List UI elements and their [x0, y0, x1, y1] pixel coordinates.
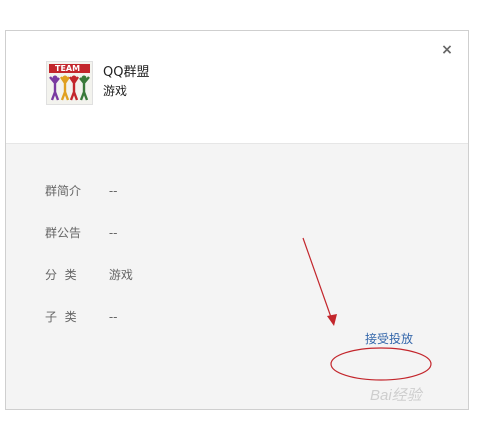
detail-row-notice: 群公告 -- [45, 224, 118, 241]
detail-label: 群公告 [45, 226, 82, 240]
watermark: Bai经验 [370, 387, 422, 404]
accept-placement-link[interactable]: 接受投放 [365, 330, 413, 347]
detail-row-subcategory: 子 类 -- [45, 308, 118, 325]
group-info-dialog: TEAM QQ群盟 游戏 × 群简介 -- 群公告 -- 分 类 游戏 子 类 … [5, 30, 469, 410]
dialog-header: TEAM QQ群盟 游戏 × [6, 31, 468, 143]
detail-value: -- [108, 310, 118, 324]
detail-value: -- [108, 184, 118, 198]
detail-label: 分 类 [45, 268, 77, 282]
group-type: 游戏 [103, 84, 128, 98]
avatar-team-text: TEAM [55, 64, 81, 73]
detail-row-intro: 群简介 -- [45, 182, 118, 199]
close-icon[interactable]: × [440, 43, 454, 57]
group-avatar: TEAM [46, 61, 93, 105]
group-name: QQ群盟 [103, 65, 150, 80]
detail-row-category: 分 类 游戏 [45, 266, 133, 283]
detail-value: -- [108, 226, 118, 240]
details-panel: 群简介 -- 群公告 -- 分 类 游戏 子 类 -- [6, 143, 468, 409]
detail-label: 群简介 [45, 184, 82, 198]
detail-label: 子 类 [45, 310, 77, 324]
detail-value: 游戏 [108, 268, 133, 282]
